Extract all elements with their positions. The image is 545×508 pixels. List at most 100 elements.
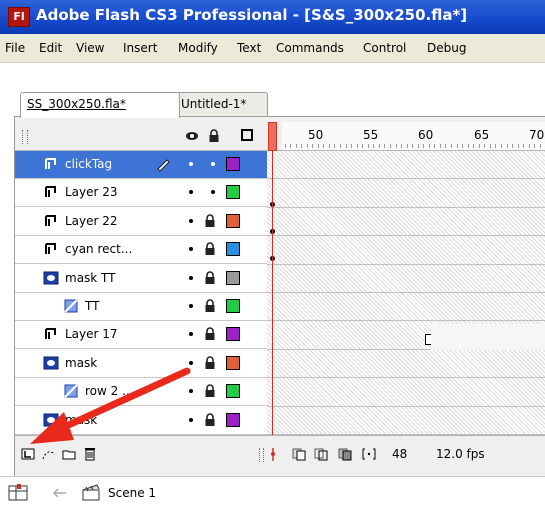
ruler-tick xyxy=(301,144,303,148)
panel-divider-grip[interactable] xyxy=(259,448,264,462)
ruler-label: 55 xyxy=(363,128,379,142)
outline-color-swatch[interactable] xyxy=(226,355,240,370)
ruler-tick xyxy=(528,144,530,148)
layer-row[interactable]: mask TT xyxy=(15,264,267,293)
visibility-dot[interactable] xyxy=(189,190,193,195)
add-motion-guide-icon[interactable] xyxy=(41,446,57,462)
visibility-dot[interactable] xyxy=(189,247,193,252)
lock-icon[interactable] xyxy=(203,356,217,370)
outline-color-swatch[interactable] xyxy=(226,412,240,427)
pencil-icon xyxy=(157,159,170,172)
layer-row[interactable]: clickTag xyxy=(15,151,267,179)
outline-color-swatch[interactable] xyxy=(226,299,240,313)
layer-row[interactable]: mask xyxy=(15,406,267,435)
frame-ruler[interactable]: 50 55 60 65 70 xyxy=(282,122,545,150)
layer-name[interactable]: mask xyxy=(65,413,97,427)
layer-row[interactable]: Layer 22 xyxy=(15,207,267,236)
mask-layer-icon xyxy=(43,413,59,427)
outline-color-swatch[interactable] xyxy=(226,384,240,399)
ruler-tick xyxy=(506,144,508,148)
layer-row[interactable]: cyan rect... xyxy=(15,236,267,265)
scene-label[interactable]: Scene 1 xyxy=(108,486,156,500)
trash-icon[interactable] xyxy=(82,446,98,462)
lock-icon[interactable] xyxy=(203,270,217,285)
ruler-tick xyxy=(290,144,292,148)
tab-ss-300x250[interactable]: SS_300x250.fla* xyxy=(20,92,180,118)
visibility-dot[interactable] xyxy=(189,417,193,422)
menu-file[interactable]: File xyxy=(5,41,25,55)
menu-edit[interactable]: Edit xyxy=(39,41,62,55)
menu-control[interactable]: Control xyxy=(363,41,406,55)
layer-name[interactable]: Layer 22 xyxy=(65,214,118,228)
menu-debug[interactable]: Debug xyxy=(427,41,466,55)
layer-row[interactable]: Layer 23 xyxy=(15,179,267,208)
ruler-tick xyxy=(328,144,330,148)
layer-row[interactable]: mask xyxy=(15,349,267,378)
lock-dot[interactable] xyxy=(211,162,215,166)
menu-commands[interactable]: Commands xyxy=(276,41,344,55)
ruler-tick xyxy=(523,144,525,148)
window-title: Adobe Flash CS3 Professional - [S&S_300x… xyxy=(36,6,468,24)
modify-onion-markers-icon[interactable] xyxy=(361,446,377,462)
visibility-dot[interactable] xyxy=(189,360,193,365)
ruler-tick xyxy=(295,144,297,148)
layer-name[interactable]: clickTag xyxy=(65,157,112,171)
outline-color-swatch[interactable] xyxy=(226,327,240,342)
layer-name[interactable]: row 2 ... xyxy=(85,384,134,398)
visibility-dot[interactable] xyxy=(189,162,193,166)
ruler-label: 50 xyxy=(308,128,324,142)
frame-rate-value: 12.0 fps xyxy=(436,447,485,461)
tab-untitled-1[interactable]: Untitled-1* xyxy=(174,92,268,117)
ruler-tick xyxy=(340,144,341,148)
visibility-dot[interactable] xyxy=(189,304,193,308)
menu-modify[interactable]: Modify xyxy=(178,41,218,55)
layer-row[interactable]: Layer 17 xyxy=(15,321,267,350)
timeline-toggle-icon[interactable] xyxy=(8,483,28,503)
lock-icon[interactable] xyxy=(203,214,217,228)
outline-color-swatch[interactable] xyxy=(226,242,240,257)
menu-insert[interactable]: Insert xyxy=(123,41,157,55)
menu-text[interactable]: Text xyxy=(237,41,261,55)
lock-icon[interactable] xyxy=(203,299,217,313)
layer-name[interactable]: cyan rect... xyxy=(65,242,132,256)
onion-skin-outlines-icon[interactable] xyxy=(313,446,329,462)
ruler-tick xyxy=(495,144,497,148)
outline-color-swatch[interactable] xyxy=(226,213,240,228)
scene-icon xyxy=(82,484,100,501)
insert-layer-icon[interactable] xyxy=(20,446,36,462)
lock-icon[interactable] xyxy=(203,327,217,341)
visibility-dot[interactable] xyxy=(189,332,193,337)
outline-toggle-icon[interactable] xyxy=(241,129,253,141)
edit-multiple-frames-icon[interactable] xyxy=(337,446,353,462)
outline-color-swatch[interactable] xyxy=(226,270,240,285)
lock-icon[interactable] xyxy=(207,129,221,143)
visibility-dot[interactable] xyxy=(189,218,193,223)
panel-grip-icon[interactable] xyxy=(22,130,28,144)
insert-folder-icon[interactable] xyxy=(61,446,77,462)
menu-view[interactable]: View xyxy=(76,41,104,55)
outline-color-swatch[interactable] xyxy=(226,185,240,200)
playhead-handle[interactable] xyxy=(268,122,277,151)
back-arrow-icon[interactable] xyxy=(50,486,68,500)
lock-icon[interactable] xyxy=(203,242,217,256)
frames-grid[interactable] xyxy=(267,151,545,435)
outline-color-swatch[interactable] xyxy=(226,157,240,171)
lock-icon[interactable] xyxy=(203,412,217,427)
frame-row-divider xyxy=(267,206,545,208)
layer-row[interactable]: row 2 ... xyxy=(15,378,267,407)
layer-name[interactable]: mask xyxy=(65,356,97,370)
layer-name[interactable]: Layer 17 xyxy=(65,327,118,341)
eye-icon[interactable] xyxy=(185,129,199,143)
center-frame-icon[interactable] xyxy=(265,446,281,462)
lock-icon[interactable] xyxy=(203,384,217,398)
layer-name[interactable]: TT xyxy=(85,299,99,313)
visibility-dot[interactable] xyxy=(189,389,193,394)
layer-name[interactable]: Layer 23 xyxy=(65,185,118,199)
layer-name[interactable]: mask TT xyxy=(65,271,116,285)
tab-label: SS_300x250.fla* xyxy=(27,97,126,111)
onion-skin-icon[interactable] xyxy=(291,446,307,462)
layer-row[interactable]: TT xyxy=(15,293,267,321)
visibility-dot[interactable] xyxy=(189,275,193,280)
lock-dot[interactable] xyxy=(211,190,215,195)
mask-layer-icon xyxy=(43,356,59,370)
